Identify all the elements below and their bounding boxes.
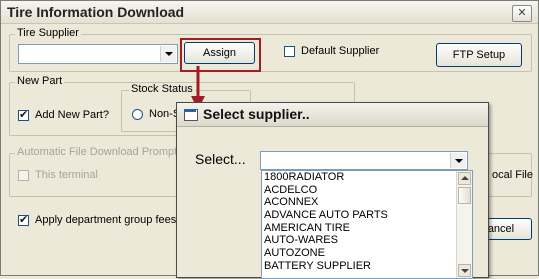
supplier-option[interactable]: BATTERY SUPPLIER	[262, 260, 472, 273]
select-label: Select...	[195, 151, 246, 167]
scroll-up-icon[interactable]	[458, 172, 471, 185]
apply-fees-checkbox[interactable]	[18, 213, 29, 226]
supplier-option[interactable]: AUTOZONE	[262, 247, 472, 260]
add-new-part-label: Add New Part?	[35, 109, 109, 121]
supplier-option[interactable]: AMERICAN TIRE	[262, 222, 472, 235]
supplier-dropdown-list[interactable]: 1800RADIATOR ACDELCO ACONNEX ADVANCE AUT…	[261, 170, 473, 279]
tire-supplier-legend: Tire Supplier	[15, 27, 81, 39]
default-supplier-label: Default Supplier	[301, 45, 380, 57]
default-supplier-checkbox[interactable]	[284, 46, 295, 57]
chevron-down-icon[interactable]	[160, 46, 176, 62]
add-new-part-checkbox[interactable]	[18, 108, 29, 121]
window-title: Tire Information Download	[7, 4, 185, 20]
supplier-option[interactable]: AUTO-WARES	[262, 234, 472, 247]
title-bar: Tire Information Download ✕	[1, 1, 538, 24]
new-part-legend: New Part	[15, 75, 65, 87]
vertical-scrollbar[interactable]	[456, 171, 472, 278]
supplier-option[interactable]: 1800RADIATOR	[262, 171, 472, 184]
select-supplier-dialog: Select supplier.. Select... 1800RADIATOR…	[176, 102, 489, 279]
close-button[interactable]: ✕	[512, 5, 532, 22]
apply-fees-label: Apply department group fees	[35, 214, 177, 226]
this-terminal-label: This terminal	[35, 169, 98, 181]
stock-status-radio[interactable]	[132, 109, 143, 120]
this-terminal-checkbox[interactable]	[18, 170, 29, 181]
dialog-title: Select supplier..	[203, 106, 310, 122]
window-icon	[184, 109, 198, 121]
ftp-setup-button-label: FTP Setup	[452, 49, 506, 61]
chevron-down-icon[interactable]	[450, 153, 466, 168]
scroll-thumb[interactable]	[458, 187, 471, 204]
supplier-option[interactable]: ADVANCE AUTO PARTS	[262, 209, 472, 222]
assign-button-label: Assign	[202, 47, 237, 59]
dialog-title-bar: Select supplier..	[177, 103, 488, 127]
tire-supplier-combo[interactable]	[18, 44, 178, 64]
auto-download-legend: Automatic File Download Prompt	[15, 146, 180, 158]
assign-button[interactable]: Assign	[184, 42, 255, 64]
supplier-option[interactable]: ACONNEX	[262, 196, 472, 209]
scroll-down-icon[interactable]	[458, 264, 471, 277]
local-file-label: ocal File	[492, 169, 533, 181]
stock-status-legend: Stock Status	[129, 83, 195, 95]
close-icon: ✕	[517, 7, 527, 19]
ftp-setup-button[interactable]: FTP Setup	[436, 43, 522, 67]
supplier-select-combo[interactable]	[260, 151, 468, 170]
supplier-option[interactable]: ACDELCO	[262, 184, 472, 197]
